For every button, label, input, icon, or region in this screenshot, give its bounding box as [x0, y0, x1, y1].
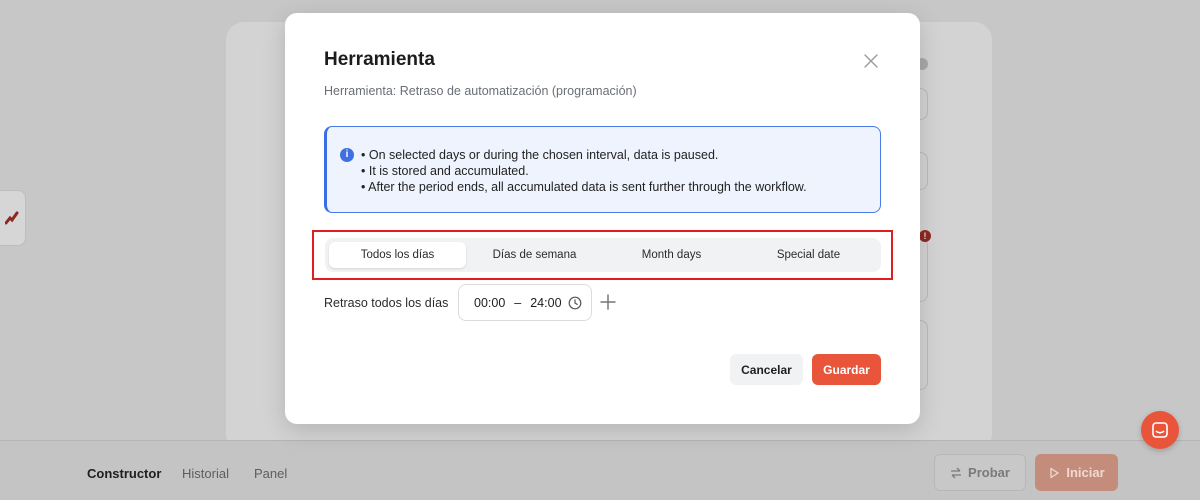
- nav-item-historial[interactable]: Historial: [182, 466, 229, 481]
- time-start: 00:00: [474, 295, 506, 310]
- plus-icon[interactable]: [599, 293, 617, 311]
- info-icon: i: [340, 148, 354, 162]
- info-line: After the period ends, all accumulated d…: [361, 179, 806, 195]
- time-range-input[interactable]: 00:00 – 24:00: [458, 284, 592, 321]
- iniciar-label: Iniciar: [1066, 465, 1105, 480]
- info-callout: i On selected days or during the chosen …: [324, 126, 881, 213]
- delay-label: Retraso todos los días: [324, 296, 449, 310]
- iniciar-button[interactable]: Iniciar: [1035, 454, 1118, 491]
- modal-title: Herramienta: [324, 49, 435, 70]
- chat-button[interactable]: [1141, 411, 1179, 449]
- chat-icon: [1152, 422, 1168, 438]
- probar-label: Probar: [968, 465, 1010, 480]
- close-icon[interactable]: [861, 51, 881, 71]
- tab-special-date[interactable]: Special date: [740, 242, 877, 268]
- tab-month-days[interactable]: Month days: [603, 242, 740, 268]
- tool-modal: Herramienta Herramienta: Retraso de auto…: [285, 13, 920, 424]
- nav-item-panel[interactable]: Panel: [254, 466, 287, 481]
- nav-item-constructor[interactable]: Constructor: [87, 466, 161, 481]
- save-button[interactable]: Guardar: [812, 354, 881, 385]
- time-separator: –: [514, 295, 522, 310]
- clock-icon[interactable]: [568, 296, 582, 310]
- side-logo-tab[interactable]: [0, 190, 26, 246]
- tab-todos-los-dias[interactable]: Todos los días: [329, 242, 466, 268]
- warning-badge-icon: !: [919, 230, 931, 242]
- info-line: On selected days or during the chosen in…: [361, 147, 807, 163]
- modal-subtitle: Herramienta: Retraso de automatización (…: [324, 84, 637, 98]
- time-end: 24:00: [530, 295, 562, 310]
- play-icon: [1050, 467, 1059, 478]
- cancel-button[interactable]: Cancelar: [730, 354, 803, 385]
- bottom-bar: Constructor Historial Panel Probar Inici…: [0, 440, 1200, 500]
- logo-mark-icon: [5, 211, 19, 225]
- tab-dias-de-semana[interactable]: Días de semana: [466, 242, 603, 268]
- schedule-tabs: Todos los días Días de semana Month days…: [325, 238, 881, 272]
- probar-button[interactable]: Probar: [934, 454, 1026, 491]
- info-text: On selected days or during the chosen in…: [361, 147, 807, 195]
- info-line: It is stored and accumulated.: [361, 163, 807, 179]
- swap-arrows-icon: [951, 467, 962, 478]
